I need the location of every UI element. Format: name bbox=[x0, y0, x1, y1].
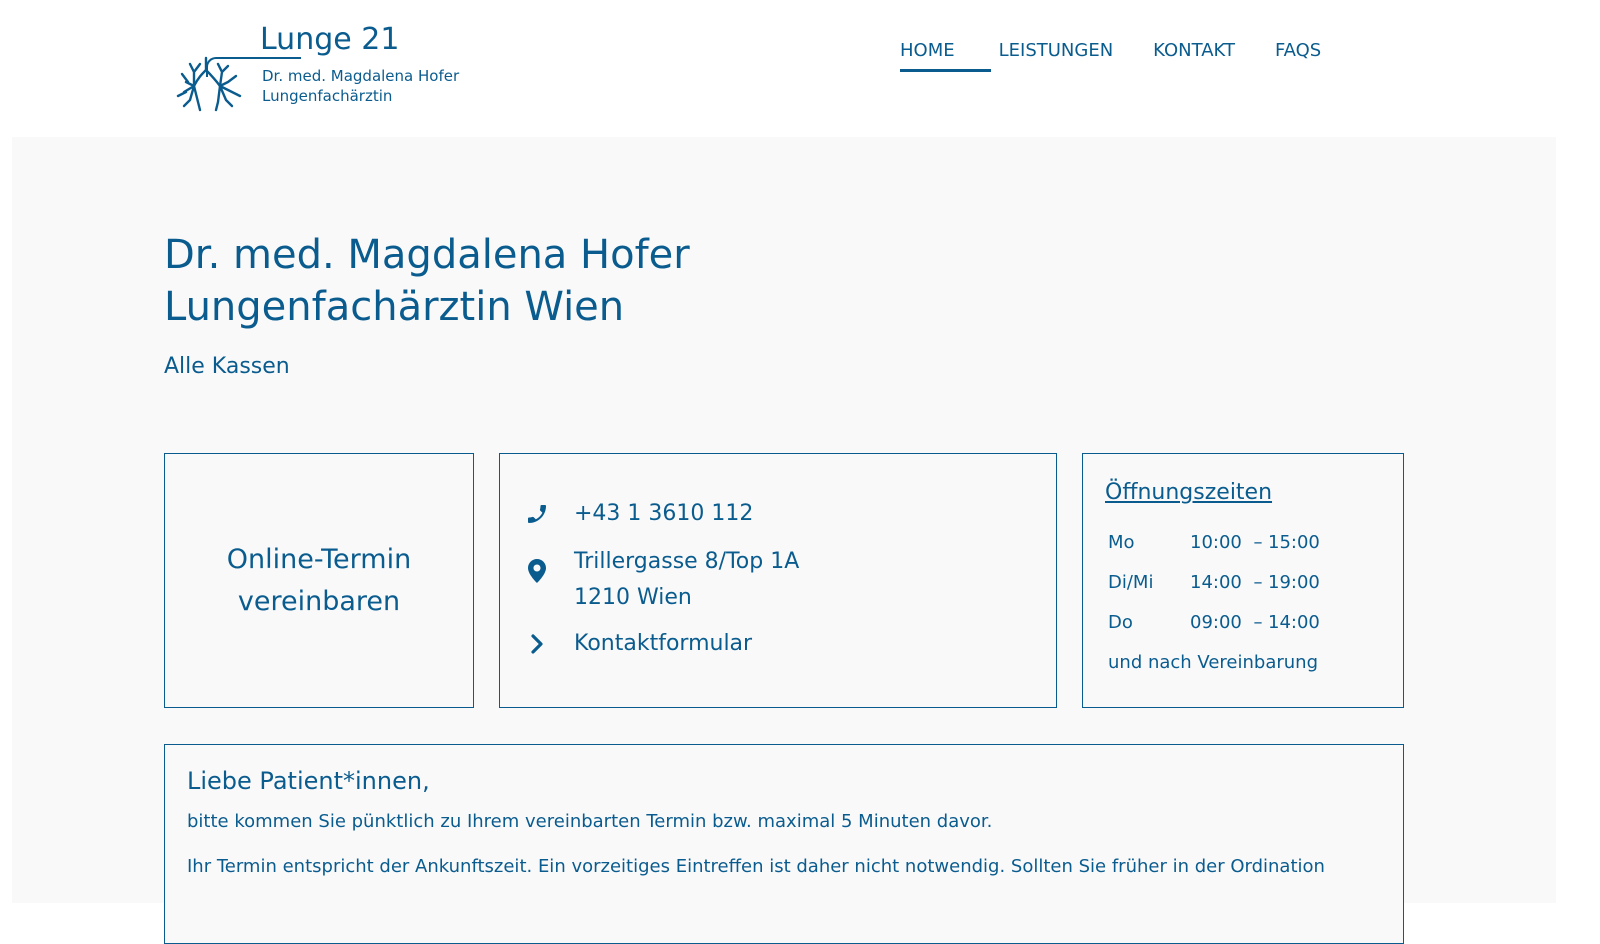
contact-address-line2: 1210 Wien bbox=[574, 585, 692, 610]
logo-subtitle-line1: Dr. med. Magdalena Hofer bbox=[262, 67, 460, 85]
main-nav: HOME LEISTUNGEN KONTAKT FAQS bbox=[900, 38, 1361, 72]
hours-row: Mo 10:00 – 15:00 bbox=[1108, 532, 1328, 553]
location-pin-icon bbox=[524, 558, 550, 584]
contact-form-label: Kontaktformular bbox=[574, 631, 753, 656]
hours-to: 15:00 bbox=[1268, 532, 1320, 553]
phone-icon bbox=[524, 501, 550, 527]
logo-subtitle-line2: Lungenfachärztin bbox=[262, 87, 393, 105]
hours-separator: – bbox=[1253, 572, 1263, 593]
nav-item-kontakt[interactable]: KONTAKT bbox=[1153, 38, 1235, 72]
notice-title: Liebe Patient*innen, bbox=[187, 767, 430, 795]
hours-separator: – bbox=[1253, 532, 1263, 553]
hours-from: 10:00 bbox=[1190, 532, 1242, 553]
hours-to: 19:00 bbox=[1268, 572, 1320, 593]
nav-item-home[interactable]: HOME bbox=[900, 38, 991, 72]
patient-notice: Liebe Patient*innen, bitte kommen Sie pü… bbox=[164, 744, 1404, 944]
hours-day: Di/Mi bbox=[1108, 572, 1154, 593]
main-content: Dr. med. Magdalena Hofer Lungenfachärzti… bbox=[12, 137, 1556, 944]
online-termin-button[interactable]: Online-Termin vereinbaren bbox=[164, 453, 474, 708]
contact-address-row: Trillergasse 8/Top 1A 1210 Wien bbox=[524, 544, 799, 616]
contact-form-link[interactable]: Kontaktformular bbox=[524, 626, 752, 662]
contact-phone-row[interactable]: +43 1 3610 112 bbox=[524, 496, 753, 532]
hours-row: Do 09:00 – 14:00 bbox=[1108, 612, 1328, 633]
page-title: Dr. med. Magdalena Hofer Lungenfachärzti… bbox=[164, 229, 690, 333]
opening-hours-card: Öffnungszeiten Mo 10:00 – 15:00 Di/Mi 14… bbox=[1082, 453, 1404, 708]
hours-separator: – bbox=[1253, 612, 1263, 633]
lungs-icon bbox=[176, 56, 242, 112]
opening-hours-title[interactable]: Öffnungszeiten bbox=[1105, 480, 1272, 505]
notice-paragraph-1: bitte kommen Sie pünktlich zu Ihrem vere… bbox=[187, 811, 993, 832]
logo-title: Lunge 21 bbox=[260, 22, 400, 57]
hours-from: 09:00 bbox=[1190, 612, 1242, 633]
hours-day: Mo bbox=[1108, 532, 1135, 553]
contact-phone: +43 1 3610 112 bbox=[574, 501, 754, 526]
page-title-line1: Dr. med. Magdalena Hofer bbox=[164, 232, 690, 278]
page-title-line2: Lungenfachärztin Wien bbox=[164, 284, 625, 330]
hours-row: Di/Mi 14:00 – 19:00 bbox=[1108, 572, 1328, 593]
site-header: Lunge 21 Dr. med. Magdalena Hofer Lungen… bbox=[0, 0, 1600, 138]
hours-to: 14:00 bbox=[1268, 612, 1320, 633]
logo-subtitle: Dr. med. Magdalena Hofer Lungenfachärzti… bbox=[262, 66, 459, 106]
nav-item-faqs[interactable]: FAQS bbox=[1275, 38, 1321, 72]
page-subtitle: Alle Kassen bbox=[164, 354, 290, 379]
online-termin-label: Online-Termin vereinbaren bbox=[226, 543, 412, 617]
notice-paragraph-2: Ihr Termin entspricht der Ankunftszeit. … bbox=[187, 856, 1325, 877]
contact-address: Trillergasse 8/Top 1A 1210 Wien bbox=[574, 544, 799, 616]
logo[interactable]: Lunge 21 Dr. med. Magdalena Hofer Lungen… bbox=[176, 22, 476, 117]
nav-item-leistungen[interactable]: LEISTUNGEN bbox=[999, 38, 1114, 72]
contact-address-line1: Trillergasse 8/Top 1A bbox=[574, 549, 800, 574]
hours-from: 14:00 bbox=[1190, 572, 1242, 593]
chevron-right-icon bbox=[524, 631, 550, 657]
contact-card: +43 1 3610 112 Trillergasse 8/Top 1A 121… bbox=[499, 453, 1057, 708]
hours-note: und nach Vereinbarung bbox=[1108, 652, 1319, 673]
hours-day: Do bbox=[1108, 612, 1133, 633]
